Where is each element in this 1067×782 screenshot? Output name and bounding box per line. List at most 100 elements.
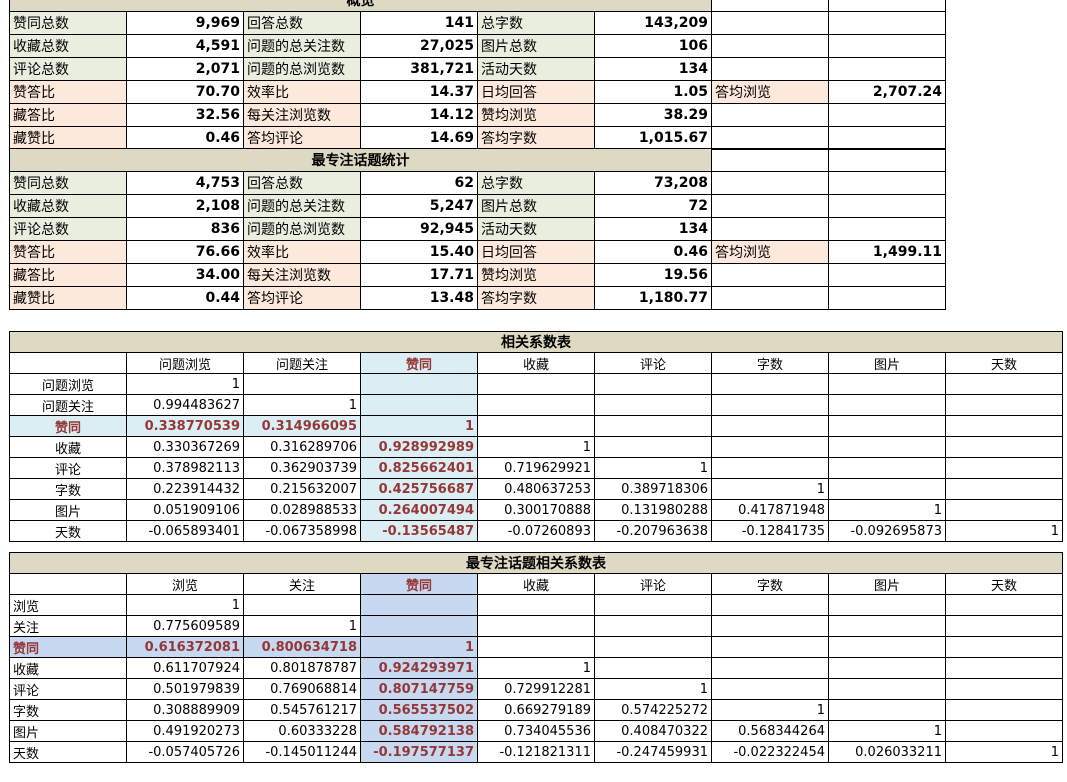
- metric-label[interactable]: 回答总数: [243, 171, 361, 195]
- corr-cell[interactable]: [243, 373, 361, 395]
- metric-label[interactable]: 答均字数: [477, 126, 595, 150]
- column-header[interactable]: 收藏: [477, 573, 595, 595]
- metric-label[interactable]: 活动天数: [477, 57, 595, 81]
- corr-cell[interactable]: [945, 478, 1063, 500]
- metric-label[interactable]: 赞答比: [9, 80, 127, 104]
- corr-cell[interactable]: 0.330367269: [126, 436, 244, 458]
- metric-value[interactable]: 381,721: [360, 57, 478, 81]
- metric-value[interactable]: 38.29: [594, 103, 712, 127]
- corr-cell[interactable]: [945, 373, 1063, 395]
- corr-cell[interactable]: [945, 594, 1063, 616]
- metric-value[interactable]: 14.37: [360, 80, 478, 104]
- corr-cell[interactable]: -0.207963638: [594, 520, 712, 542]
- corr-cell[interactable]: -0.067358998: [243, 520, 361, 542]
- corr-cell[interactable]: 0.769068814: [243, 678, 361, 700]
- metric-value[interactable]: 106: [594, 34, 712, 58]
- metric-label[interactable]: 图片总数: [477, 34, 595, 58]
- corr-cell[interactable]: 1: [360, 415, 478, 437]
- corr-cell[interactable]: 0.807147759: [360, 678, 478, 700]
- corr-cell[interactable]: -0.022322454: [711, 741, 829, 763]
- corr-cell[interactable]: [828, 636, 946, 658]
- corr-cell[interactable]: [360, 373, 478, 395]
- metric-value[interactable]: 76.66: [126, 240, 244, 264]
- metric-label[interactable]: 藏答比: [9, 263, 127, 287]
- corr-cell[interactable]: [945, 720, 1063, 742]
- metric-value[interactable]: 836: [126, 217, 244, 241]
- corr-cell[interactable]: [711, 415, 829, 437]
- corr-cell[interactable]: 0.362903739: [243, 457, 361, 479]
- corr-cell[interactable]: -0.057405726: [126, 741, 244, 763]
- metric-value[interactable]: 32.56: [126, 103, 244, 127]
- corr-cell[interactable]: 0.734045536: [477, 720, 595, 742]
- metric-value[interactable]: 14.69: [360, 126, 478, 150]
- corr-cell[interactable]: 0.501979839: [126, 678, 244, 700]
- corr-cell[interactable]: [828, 394, 946, 416]
- corr-cell[interactable]: [594, 594, 712, 616]
- metric-value[interactable]: 2,707.24: [828, 80, 946, 104]
- metric-label[interactable]: 每关注浏览数: [243, 103, 361, 127]
- metric-label[interactable]: 答均浏览: [711, 240, 829, 264]
- corr-cell[interactable]: 0.425756687: [360, 478, 478, 500]
- corr-cell[interactable]: 0.316289706: [243, 436, 361, 458]
- corr-cell[interactable]: [711, 394, 829, 416]
- metric-value[interactable]: 13.48: [360, 286, 478, 310]
- row-label[interactable]: 字数: [9, 478, 127, 500]
- corr-cell[interactable]: [594, 436, 712, 458]
- corr-cell[interactable]: 0.775609589: [126, 615, 244, 637]
- column-header[interactable]: 天数: [945, 352, 1063, 374]
- metric-value[interactable]: 27,025: [360, 34, 478, 58]
- corr-cell[interactable]: [711, 457, 829, 479]
- metric-value[interactable]: 134: [594, 217, 712, 241]
- corr-cell[interactable]: 1: [828, 720, 946, 742]
- column-header[interactable]: 评论: [594, 573, 712, 595]
- row-label[interactable]: 关注: [9, 615, 127, 637]
- column-header[interactable]: 图片: [828, 352, 946, 374]
- metric-label[interactable]: 图片总数: [477, 194, 595, 218]
- corr-cell[interactable]: [945, 615, 1063, 637]
- metric-label[interactable]: 赞均浏览: [477, 263, 595, 287]
- corr-cell[interactable]: 0.574225272: [594, 699, 712, 721]
- column-header[interactable]: 评论: [594, 352, 712, 374]
- corr-cell[interactable]: [945, 499, 1063, 521]
- column-header[interactable]: 收藏: [477, 352, 595, 374]
- metric-value[interactable]: 0.46: [594, 240, 712, 264]
- corr-cell[interactable]: -0.247459931: [594, 741, 712, 763]
- corr-cell[interactable]: [477, 415, 595, 437]
- metric-value[interactable]: 5,247: [360, 194, 478, 218]
- metric-value[interactable]: 14.12: [360, 103, 478, 127]
- corr-cell[interactable]: [594, 615, 712, 637]
- corr-cell[interactable]: [477, 636, 595, 658]
- column-header[interactable]: 浏览: [126, 573, 244, 595]
- metric-label[interactable]: 日均回答: [477, 80, 595, 104]
- column-header[interactable]: 字数: [711, 573, 829, 595]
- corr-cell[interactable]: 0.729912281: [477, 678, 595, 700]
- corr-cell[interactable]: [711, 657, 829, 679]
- corr-cell[interactable]: -0.12841735: [711, 520, 829, 542]
- corner-cell[interactable]: [9, 352, 127, 374]
- corr-cell[interactable]: 1: [594, 678, 712, 700]
- metric-label[interactable]: 效率比: [243, 80, 361, 104]
- corr-cell[interactable]: 1: [594, 457, 712, 479]
- corr-cell[interactable]: [828, 678, 946, 700]
- corr-cell[interactable]: [945, 415, 1063, 437]
- metric-value[interactable]: 0.46: [126, 126, 244, 150]
- metric-value[interactable]: 4,591: [126, 34, 244, 58]
- corr-cell[interactable]: 0.389718306: [594, 478, 712, 500]
- corr-cell[interactable]: 0.264007494: [360, 499, 478, 521]
- corr-cell[interactable]: [945, 636, 1063, 658]
- corr-cell[interactable]: -0.065893401: [126, 520, 244, 542]
- corr-cell[interactable]: -0.07260893: [477, 520, 595, 542]
- metric-label[interactable]: 问题的总浏览数: [243, 217, 361, 241]
- metric-label[interactable]: 收藏总数: [9, 34, 127, 58]
- corr-cell[interactable]: [594, 373, 712, 395]
- corr-cell[interactable]: [828, 657, 946, 679]
- corr-cell[interactable]: 0.616372081: [126, 636, 244, 658]
- column-header[interactable]: 天数: [945, 573, 1063, 595]
- corr-cell[interactable]: [594, 636, 712, 658]
- column-header[interactable]: 字数: [711, 352, 829, 374]
- metric-value[interactable]: 34.00: [126, 263, 244, 287]
- corr-cell[interactable]: 0.584792138: [360, 720, 478, 742]
- metric-label[interactable]: 评论总数: [9, 217, 127, 241]
- metric-value[interactable]: 62: [360, 171, 478, 195]
- metric-value[interactable]: 92,945: [360, 217, 478, 241]
